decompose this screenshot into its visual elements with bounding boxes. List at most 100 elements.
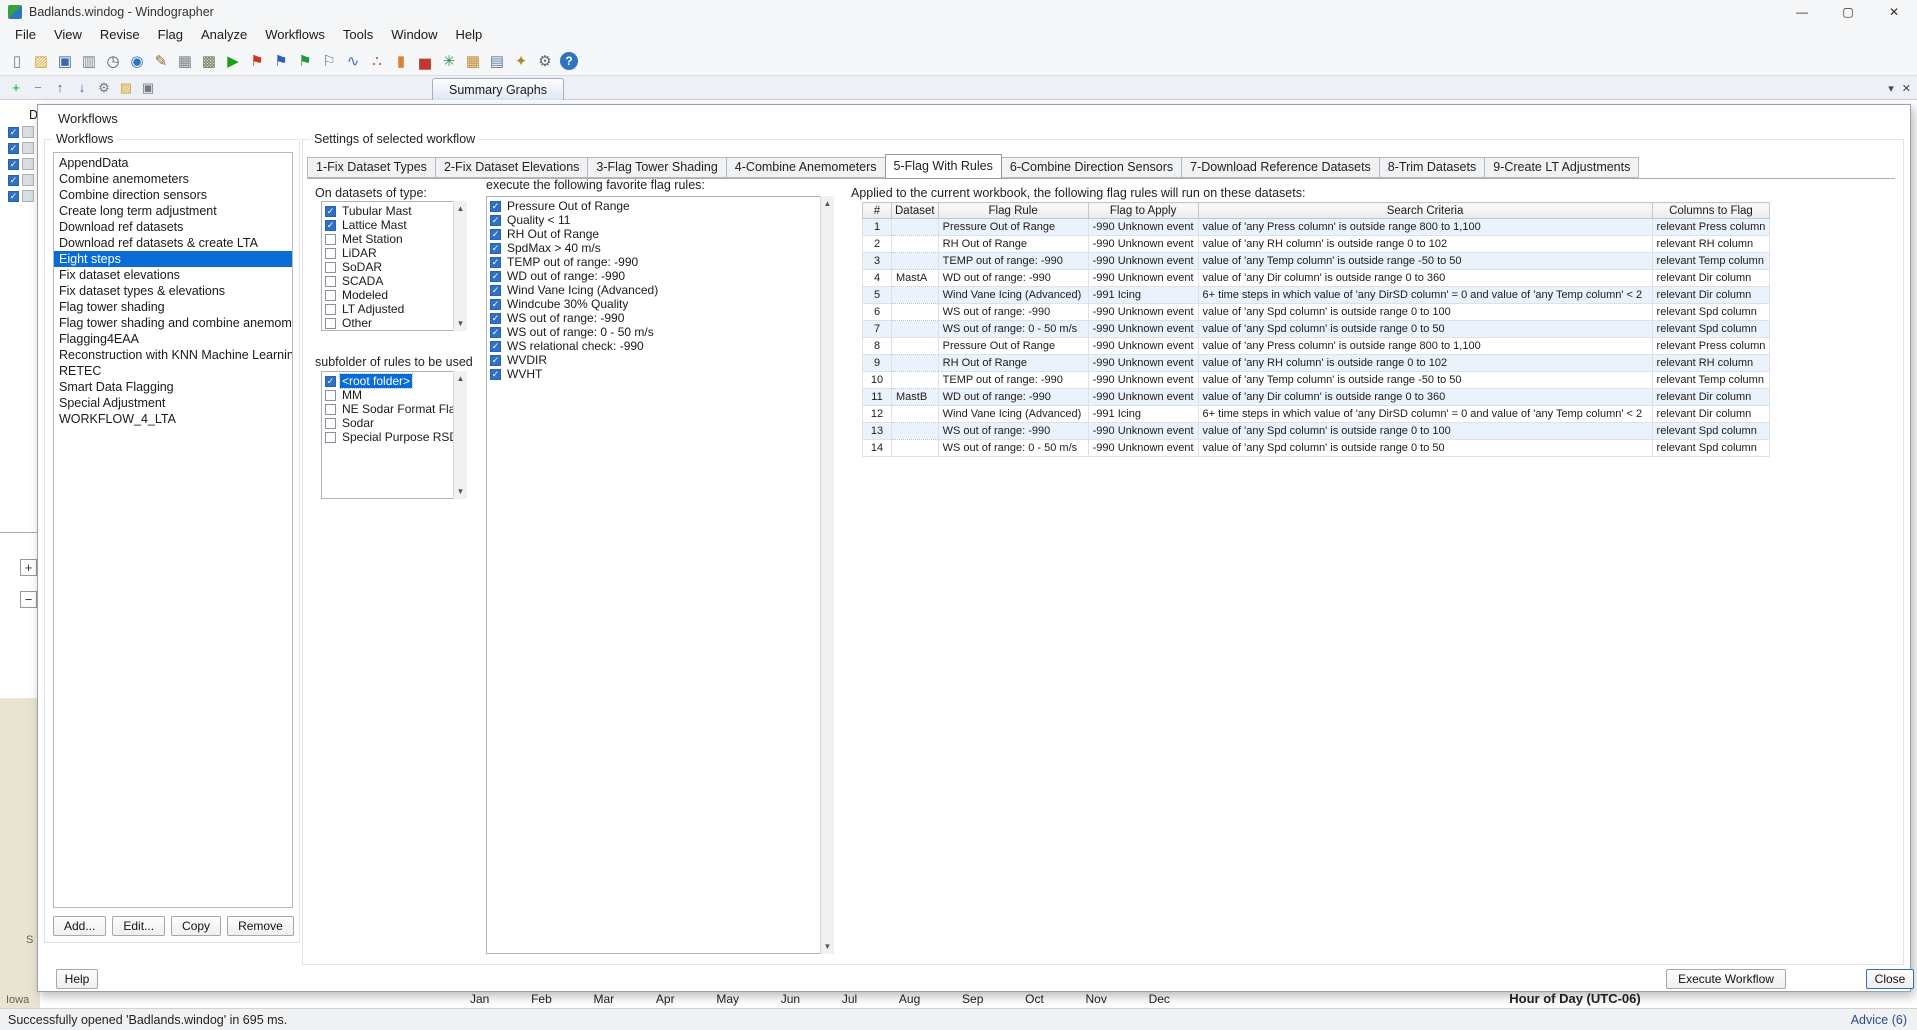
workflow-list-item[interactable]: Smart Data Flagging — [54, 379, 292, 395]
advice-link[interactable]: Advice (6) — [1851, 1013, 1917, 1027]
favorite-rule-item[interactable]: ✓ WVDIR — [487, 353, 833, 367]
dataset-type-checkbox[interactable]: ✓ — [325, 276, 336, 287]
flag-blue-icon[interactable]: ⚑ — [270, 50, 292, 72]
menu-item[interactable]: Workflows — [256, 24, 334, 46]
rule-subfolder-checkbox[interactable]: ✓ — [325, 418, 336, 429]
dataset-type-item[interactable]: ✓ LT Adjusted — [322, 302, 466, 316]
table-row[interactable]: 1 Pressure Out of Range -990 Unknown eve… — [863, 219, 1770, 236]
favorite-rule-checkbox[interactable]: ✓ — [490, 341, 501, 352]
menu-item[interactable]: Help — [447, 24, 492, 46]
table-column-header[interactable]: # — [863, 203, 892, 219]
workflow-list-item[interactable]: Flagging4EAA — [54, 331, 292, 347]
favorite-rule-item[interactable]: ✓ WVHT — [487, 367, 833, 381]
table-row[interactable]: 4 MastA WD out of range: -990 -990 Unkno… — [863, 270, 1770, 287]
favorite-rule-checkbox[interactable]: ✓ — [490, 201, 501, 212]
tab-summary-graphs[interactable]: Summary Graphs — [432, 78, 564, 100]
dataset-type-scrollbar[interactable]: ▲ ▼ — [453, 201, 467, 331]
folder-icon[interactable]: ▨ — [116, 78, 136, 98]
favorite-rule-checkbox[interactable]: ✓ — [490, 243, 501, 254]
print-icon[interactable]: ▥ — [78, 50, 100, 72]
workflow-list-item[interactable]: Flag tower shading — [54, 299, 292, 315]
favorite-rule-item[interactable]: ✓ RH Out of Range — [487, 227, 833, 241]
rule-subfolder-scrollbar[interactable]: ▲ ▼ — [453, 371, 467, 499]
favorite-rule-item[interactable]: ✓ TEMP out of range: -990 — [487, 255, 833, 269]
favorite-rule-item[interactable]: ✓ SpdMax > 40 m/s — [487, 241, 833, 255]
close-button[interactable]: ✕ — [1871, 0, 1917, 24]
dataset-type-checkbox[interactable]: ✓ — [325, 234, 336, 245]
dataset-type-item[interactable]: ✓ Modeled — [322, 288, 466, 302]
dataset-type-item[interactable]: ✓ SCADA — [322, 274, 466, 288]
scroll-down-icon[interactable]: ▼ — [457, 319, 465, 328]
table-row[interactable]: 2 RH Out of Range -990 Unknown event val… — [863, 236, 1770, 253]
menu-item[interactable]: Flag — [149, 24, 192, 46]
workflow-list-item[interactable]: Eight steps — [54, 251, 292, 267]
scroll-up-icon[interactable]: ▲ — [457, 374, 465, 383]
scroll-up-icon[interactable]: ▲ — [457, 204, 465, 213]
workflow-list-item[interactable]: Combine anemometers — [54, 171, 292, 187]
wind-rose-icon[interactable]: ✳ — [438, 50, 460, 72]
dataset-checkbox[interactable]: ✓ — [8, 159, 19, 170]
workflow-list-item[interactable]: Reconstruction with KNN Machine Learning — [54, 347, 292, 363]
dataset-checkbox-row[interactable]: ✓ — [8, 158, 34, 170]
dataset-checkbox-row[interactable]: ✓ — [8, 190, 34, 202]
table-row[interactable]: 13 WS out of range: -990 -990 Unknown ev… — [863, 423, 1770, 440]
workflow-list-item[interactable]: Combine direction sensors — [54, 187, 292, 203]
rule-subfolder-checkbox[interactable]: ✓ — [325, 376, 336, 387]
minimize-button[interactable]: — — [1779, 0, 1825, 24]
menu-item[interactable]: Analyze — [192, 24, 256, 46]
scatter-plot-icon[interactable]: ∴ — [366, 50, 388, 72]
calculator-icon[interactable]: ▩ — [198, 50, 220, 72]
workflow-list-item[interactable]: Create long term adjustment — [54, 203, 292, 219]
dataset-type-checkbox[interactable]: ✓ — [325, 304, 336, 315]
favorite-rule-checkbox[interactable]: ✓ — [490, 215, 501, 226]
dataset-type-item[interactable]: ✓ SoDAR — [322, 260, 466, 274]
favorite-rule-item[interactable]: ✓ Quality < 11 — [487, 213, 833, 227]
flag-gray-icon[interactable]: ⚐ — [318, 50, 340, 72]
move-up-icon[interactable]: ↑ — [50, 78, 70, 98]
table-row[interactable]: 5 Wind Vane Icing (Advanced) -991 Icing … — [863, 287, 1770, 304]
rule-subfolder-item[interactable]: ✓ NE Sodar Format Flags — [322, 402, 466, 416]
remove-dataset-icon[interactable]: − — [28, 78, 48, 98]
dataset-checkbox-row[interactable]: ✓ — [8, 142, 34, 154]
move-down-icon[interactable]: ↓ — [72, 78, 92, 98]
new-file-icon[interactable]: ▯ — [6, 50, 28, 72]
workflow-step-tab[interactable]: 8-Trim Datasets — [1379, 157, 1485, 178]
execute-workflow-button[interactable]: Execute Workflow — [1666, 969, 1786, 989]
scroll-up-icon[interactable]: ▲ — [824, 199, 832, 208]
menu-item[interactable]: File — [6, 24, 45, 46]
rule-subfolder-item[interactable]: ✓ <root folder> — [322, 374, 466, 388]
table-column-header[interactable]: Flag Rule — [938, 203, 1088, 219]
menu-item[interactable]: Window — [382, 24, 446, 46]
line-chart-icon[interactable]: ∿ — [342, 50, 364, 72]
help-icon[interactable]: ? — [560, 52, 578, 70]
map-zoom-in-button[interactable]: + — [20, 559, 37, 576]
dataset-type-checkbox[interactable]: ✓ — [325, 248, 336, 259]
table-column-header[interactable]: Columns to Flag — [1652, 203, 1770, 219]
menu-item[interactable]: Tools — [334, 24, 382, 46]
favorite-rule-item[interactable]: ✓ Wind Vane Icing (Advanced) — [487, 283, 833, 297]
rule-subfolder-item[interactable]: ✓ Special Purpose RSD I — [322, 430, 466, 444]
table-row[interactable]: 14 WS out of range: 0 - 50 m/s -990 Unkn… — [863, 440, 1770, 457]
favorite-rule-item[interactable]: ✓ Pressure Out of Range — [487, 199, 833, 213]
table-row[interactable]: 3 TEMP out of range: -990 -990 Unknown e… — [863, 253, 1770, 270]
favorite-rule-item[interactable]: ✓ WD out of range: -990 — [487, 269, 833, 283]
favorite-rules-scrollbar[interactable]: ▲ ▼ — [820, 196, 834, 954]
workflow-step-tab[interactable]: 9-Create LT Adjustments — [1484, 157, 1639, 178]
dataset-checkbox[interactable]: ✓ — [8, 127, 19, 138]
workflow-step-tab[interactable]: 2-Fix Dataset Elevations — [435, 157, 588, 178]
scroll-down-icon[interactable]: ▼ — [457, 487, 465, 496]
flag-red-icon[interactable]: ⚑ — [246, 50, 268, 72]
rule-subfolder-checkbox[interactable]: ✓ — [325, 390, 336, 401]
workflow-list-item[interactable]: AppendData — [54, 155, 292, 171]
globe-icon[interactable]: ◉ — [126, 50, 148, 72]
favorite-rule-checkbox[interactable]: ✓ — [490, 369, 501, 380]
dataset-type-checkbox[interactable]: ✓ — [325, 290, 336, 301]
table-row[interactable]: 9 RH Out of Range -990 Unknown event val… — [863, 355, 1770, 372]
workflow-step-tab[interactable]: 3-Flag Tower Shading — [587, 157, 726, 178]
dataset-checkbox-row[interactable]: ✓ — [8, 126, 34, 138]
window-icon[interactable]: ▣ — [138, 78, 158, 98]
flag-green-icon[interactable]: ⚑ — [294, 50, 316, 72]
table-row[interactable]: 6 WS out of range: -990 -990 Unknown eve… — [863, 304, 1770, 321]
workflow-step-tab[interactable]: 4-Combine Anemometers — [726, 157, 886, 178]
workflow-list-item[interactable]: Flag tower shading and combine anemomete… — [54, 315, 292, 331]
